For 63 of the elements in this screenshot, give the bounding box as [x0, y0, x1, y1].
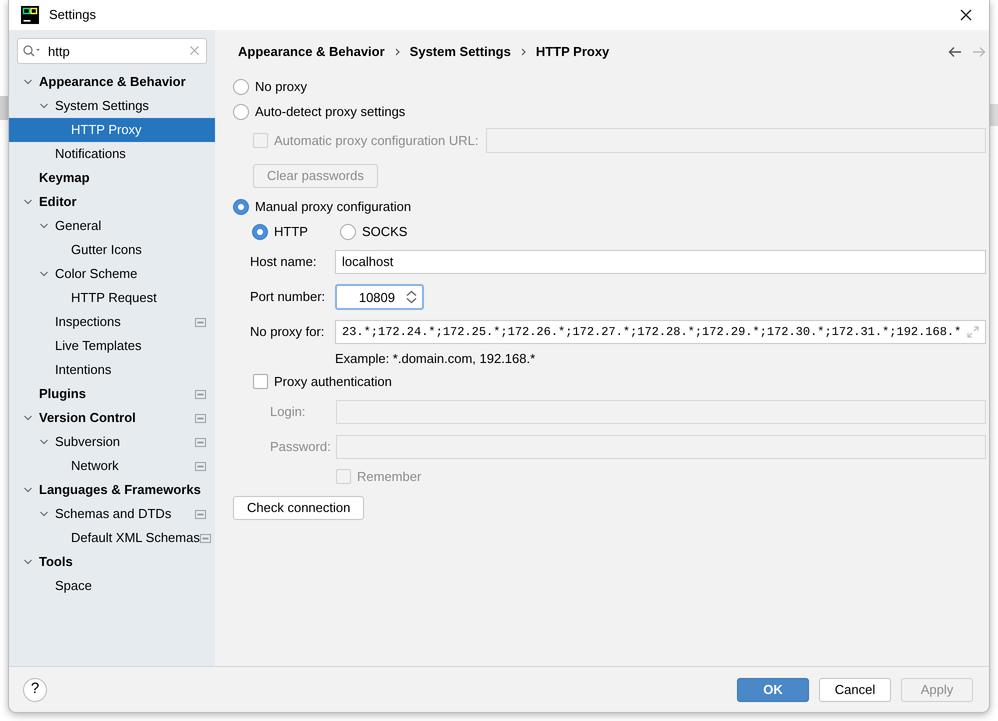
- tree-item[interactable]: Inspections: [9, 310, 215, 334]
- tree-item[interactable]: Default XML Schemas: [9, 526, 215, 550]
- chevron-down-icon: [39, 437, 49, 447]
- tree-item[interactable]: Plugins: [9, 382, 215, 406]
- app-logo-icon: [21, 6, 39, 24]
- chevron-down-icon: [23, 485, 33, 495]
- tree-item[interactable]: Live Templates: [9, 334, 215, 358]
- check-connection-button[interactable]: Check connection: [233, 496, 364, 520]
- tree-item[interactable]: Keymap: [9, 166, 215, 190]
- chevron-down-icon: [23, 197, 33, 207]
- tree-item[interactable]: Intentions: [9, 358, 215, 382]
- field-label: Host name:: [250, 253, 318, 272]
- chevron-right-icon: [520, 48, 526, 56]
- no-proxy-field[interactable]: 23.*;172.24.*;172.25.*;172.26.*;172.27.*;172.28.*;172.29.*;172.30.*;172.31.*;192.168.*: [335, 320, 986, 344]
- radio-option[interactable]: No proxy: [233, 76, 308, 96]
- breadcrumb-item[interactable]: Appearance & Behavior: [238, 42, 385, 62]
- host-field[interactable]: localhost: [335, 250, 986, 274]
- chevron-down-icon: [39, 101, 49, 111]
- field-label: Login:: [270, 403, 306, 422]
- dialog-button[interactable]: OK: [737, 678, 809, 702]
- search-field[interactable]: http: [17, 38, 207, 64]
- tree-item[interactable]: Languages & Frameworks: [9, 478, 215, 502]
- hint-text: Example: *.domain.com, 192.168.*: [335, 350, 536, 368]
- window-title: Settings: [49, 6, 96, 24]
- tree-item[interactable]: Editor: [9, 190, 215, 214]
- chevron-down-icon: [23, 413, 33, 423]
- chevron-down-icon: [23, 77, 33, 87]
- tree-item[interactable]: Tools: [9, 550, 215, 574]
- tree-item[interactable]: General: [9, 214, 215, 238]
- tree-item[interactable]: HTTP Request: [9, 286, 215, 310]
- field-label: No proxy for:: [250, 323, 326, 342]
- tree-item[interactable]: Subversion: [9, 430, 215, 454]
- radio-option[interactable]: SOCKS: [340, 222, 408, 242]
- tree-item[interactable]: Network: [9, 454, 215, 478]
- search-icon: [23, 45, 41, 57]
- field-label: Password:: [270, 438, 332, 456]
- chevron-down-icon: [39, 269, 49, 279]
- tree-item[interactable]: HTTP Proxy: [9, 118, 215, 142]
- tree-item[interactable]: Schemas and DTDs: [9, 502, 215, 526]
- chevron-down-icon: [23, 557, 33, 567]
- tree-item[interactable]: Version Control: [9, 406, 215, 430]
- help-button[interactable]: ?: [23, 678, 47, 702]
- back-arrow-icon[interactable]: [948, 46, 962, 58]
- radio-option[interactable]: Auto-detect proxy settings: [233, 102, 406, 122]
- spinner-arrows-icon[interactable]: [406, 290, 417, 304]
- tree-item[interactable]: Appearance & Behavior: [9, 70, 215, 94]
- port-field[interactable]: 10809: [335, 284, 424, 310]
- chevron-right-icon: [394, 48, 400, 56]
- breadcrumb-item[interactable]: System Settings: [410, 42, 511, 62]
- radio-option[interactable]: Manual proxy configuration: [233, 196, 412, 216]
- checkbox[interactable]: Proxy authentication: [253, 372, 392, 392]
- radio-option[interactable]: HTTP: [252, 222, 308, 242]
- breadcrumb-item[interactable]: HTTP Proxy: [536, 42, 610, 62]
- tree-item[interactable]: Gutter Icons: [9, 238, 215, 262]
- tree-item[interactable]: System Settings: [9, 94, 215, 118]
- chevron-down-icon: [39, 221, 49, 231]
- chevron-down-icon: [39, 509, 49, 519]
- dialog-button[interactable]: Cancel: [819, 678, 891, 702]
- tree-item[interactable]: Color Scheme: [9, 262, 215, 286]
- field-label: Port number:: [250, 288, 326, 306]
- tree-item[interactable]: Notifications: [9, 142, 215, 166]
- tree-item[interactable]: Space: [9, 574, 215, 598]
- close-icon: [960, 9, 972, 21]
